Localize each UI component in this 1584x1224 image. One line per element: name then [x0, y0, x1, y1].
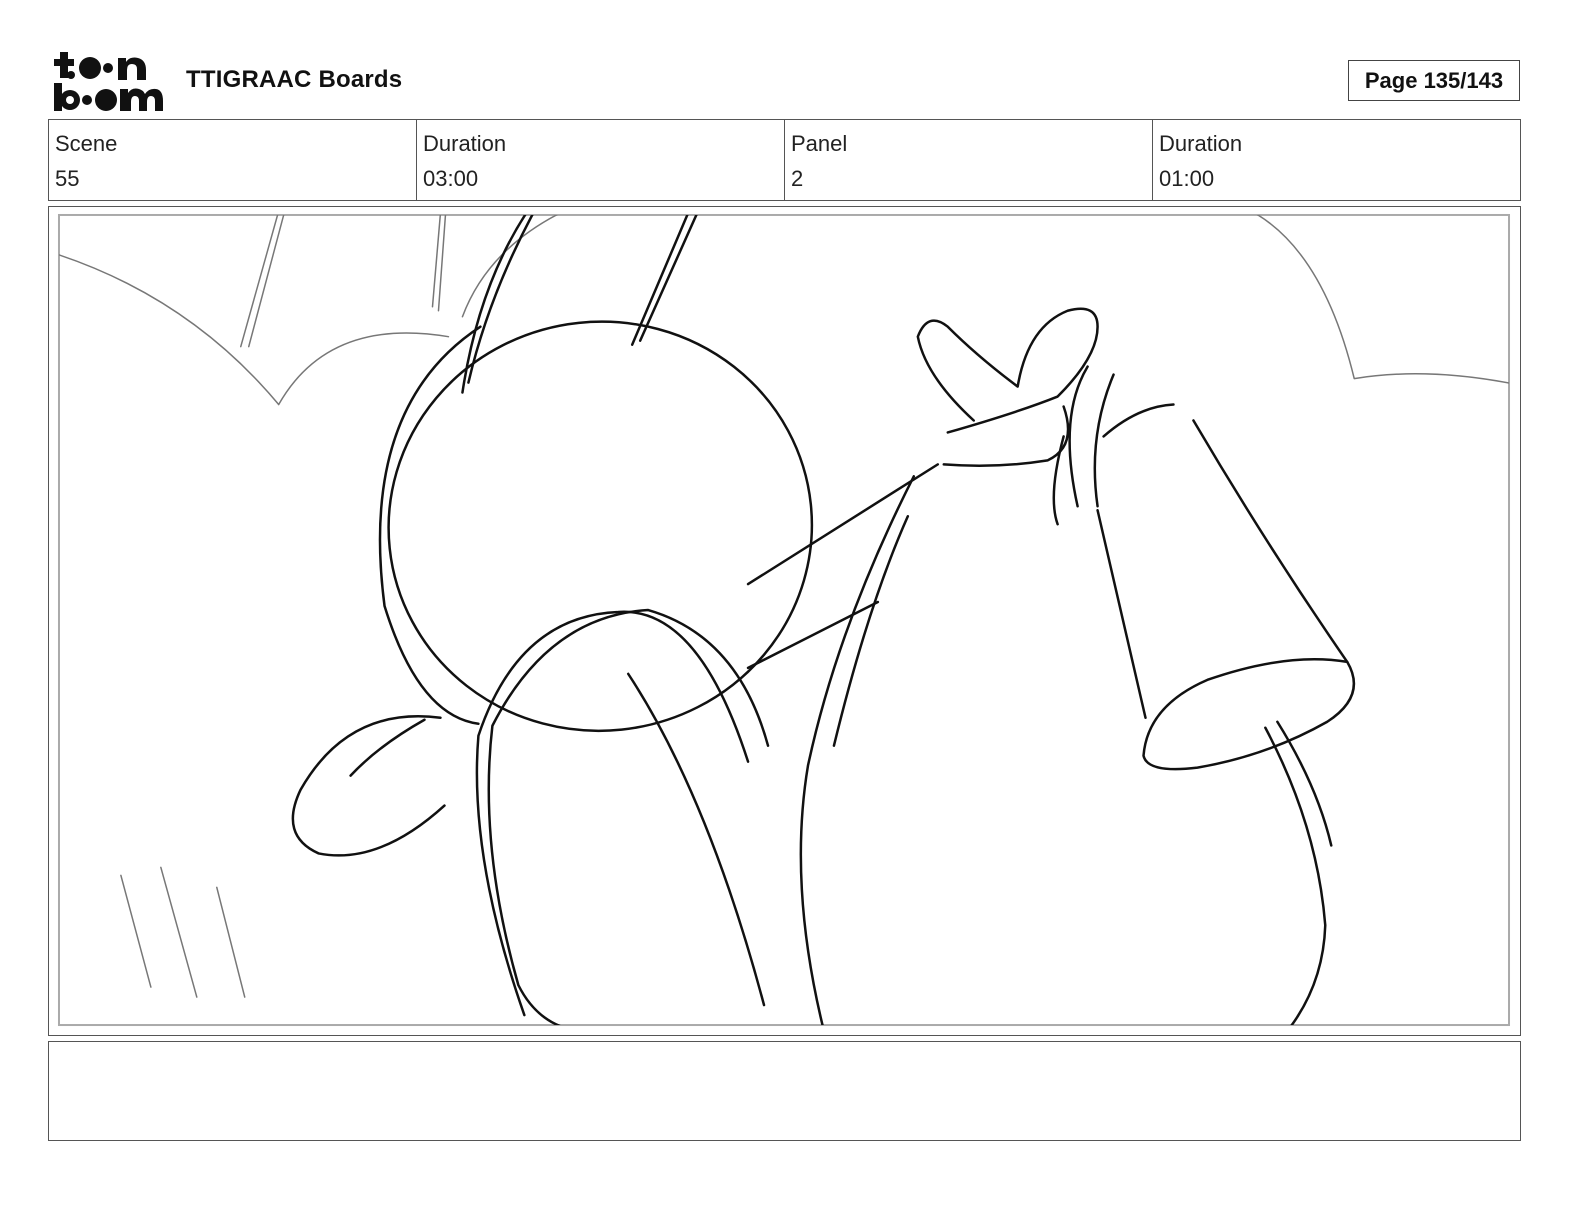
page-counter: Page 135/143 [1348, 60, 1520, 101]
panel-cell: Panel 2 [785, 120, 1153, 200]
scene-label: Scene [55, 131, 118, 156]
panel-duration-label: Duration [1159, 131, 1243, 156]
panel-value: 2 [791, 166, 804, 191]
storyboard-panel [48, 206, 1521, 1036]
project-title: TTIGRAAC Boards [186, 66, 403, 93]
panel-duration-value: 01:00 [1159, 166, 1215, 191]
panel-info-table: Scene 55 Duration 03:00 Panel 2 Duration… [48, 119, 1521, 201]
panel-duration-cell: Duration 01:00 [1153, 120, 1520, 200]
toon-boom-logo [52, 50, 164, 112]
panel-sketch-image [57, 213, 1511, 1027]
scene-duration-value: 03:00 [423, 166, 479, 191]
scene-duration-cell: Duration 03:00 [417, 120, 785, 200]
panel-notes-box[interactable] [48, 1041, 1521, 1141]
panel-label: Panel [791, 131, 848, 156]
scene-duration-label: Duration [423, 131, 507, 156]
scene-value: 55 [55, 166, 80, 191]
scene-cell: Scene 55 [49, 120, 417, 200]
